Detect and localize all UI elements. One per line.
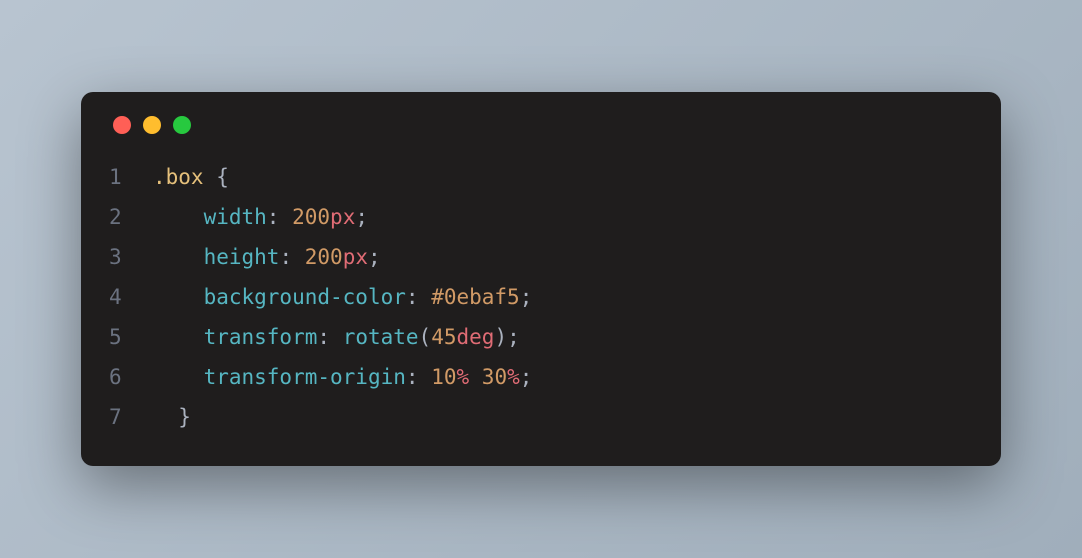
token: 200 <box>305 245 343 269</box>
token <box>330 325 343 349</box>
code-line: 1.box { <box>109 158 973 198</box>
token: % <box>456 365 469 389</box>
token: ) <box>494 325 507 349</box>
token: 30 <box>482 365 507 389</box>
token: { <box>216 165 229 189</box>
minimize-icon[interactable] <box>143 116 161 134</box>
code-block: 1.box {2 width: 200px;3 height: 200px;4 … <box>109 158 973 437</box>
indent <box>153 205 204 229</box>
indent <box>153 325 204 349</box>
code-line: 3 height: 200px; <box>109 238 973 278</box>
token: ; <box>520 365 533 389</box>
token: deg <box>457 325 495 349</box>
close-icon[interactable] <box>113 116 131 134</box>
token: ; <box>520 285 533 309</box>
line-content: transform: rotate(45deg); <box>153 318 973 358</box>
line-number: 2 <box>109 198 153 238</box>
line-content: } <box>153 398 973 438</box>
token: width <box>204 205 267 229</box>
token: height <box>204 245 280 269</box>
token: px <box>330 205 355 229</box>
code-line: 5 transform: rotate(45deg); <box>109 318 973 358</box>
line-content: .box { <box>153 158 973 198</box>
token: 200 <box>292 205 330 229</box>
token <box>292 245 305 269</box>
line-number: 5 <box>109 318 153 358</box>
line-content: height: 200px; <box>153 238 973 278</box>
token: : <box>267 205 280 229</box>
token: transform-origin <box>204 365 406 389</box>
token: transform <box>204 325 318 349</box>
token: 45 <box>431 325 456 349</box>
token <box>419 285 432 309</box>
line-number: 4 <box>109 278 153 318</box>
token: : <box>279 245 292 269</box>
indent <box>153 365 204 389</box>
token: .box <box>153 165 204 189</box>
token: background-color <box>204 285 406 309</box>
token: ( <box>419 325 432 349</box>
token: 10 <box>431 365 456 389</box>
token: #0ebaf5 <box>431 285 520 309</box>
token: rotate <box>343 325 419 349</box>
window-titlebar <box>109 116 973 134</box>
token: ; <box>368 245 381 269</box>
token: ; <box>355 205 368 229</box>
indent <box>153 405 178 429</box>
code-line: 6 transform-origin: 10% 30%; <box>109 358 973 398</box>
token: px <box>343 245 368 269</box>
token: : <box>406 365 419 389</box>
indent <box>153 285 204 309</box>
code-line: 2 width: 200px; <box>109 198 973 238</box>
line-content: background-color: #0ebaf5; <box>153 278 973 318</box>
line-content: width: 200px; <box>153 198 973 238</box>
code-line: 4 background-color: #0ebaf5; <box>109 278 973 318</box>
line-content: transform-origin: 10% 30%; <box>153 358 973 398</box>
line-number: 7 <box>109 398 153 438</box>
token <box>419 365 432 389</box>
token: : <box>317 325 330 349</box>
token <box>204 165 217 189</box>
token <box>469 365 482 389</box>
token: ; <box>507 325 520 349</box>
line-number: 1 <box>109 158 153 198</box>
indent <box>153 245 204 269</box>
code-window: 1.box {2 width: 200px;3 height: 200px;4 … <box>81 92 1001 465</box>
maximize-icon[interactable] <box>173 116 191 134</box>
token <box>279 205 292 229</box>
token: } <box>178 405 191 429</box>
token: : <box>406 285 419 309</box>
line-number: 3 <box>109 238 153 278</box>
line-number: 6 <box>109 358 153 398</box>
token: % <box>507 365 520 389</box>
code-line: 7 } <box>109 398 973 438</box>
